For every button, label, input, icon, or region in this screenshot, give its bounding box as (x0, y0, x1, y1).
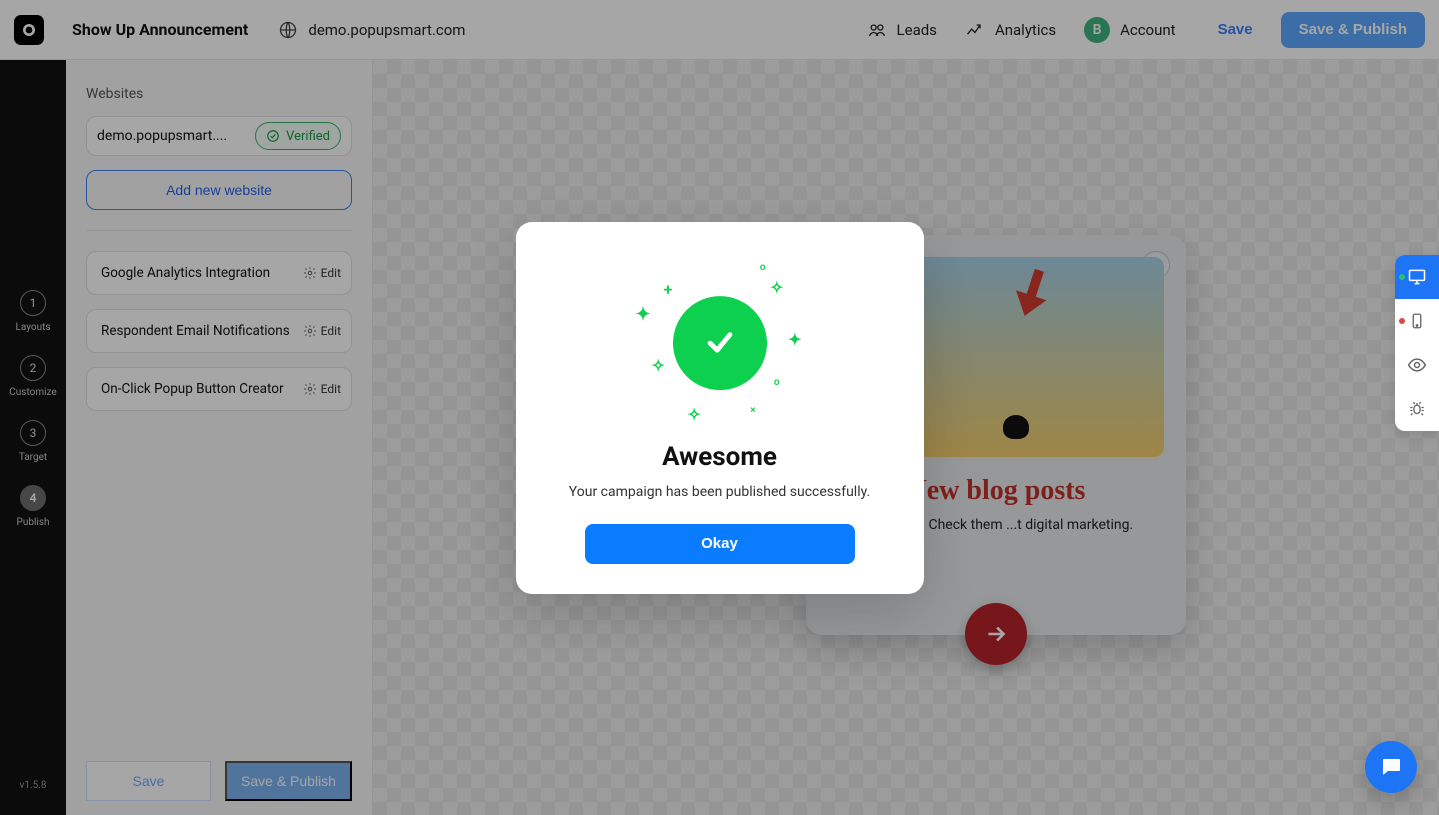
check-icon (703, 326, 737, 360)
modal-okay-button[interactable]: Okay (585, 524, 855, 564)
status-dot-inactive (1399, 318, 1405, 324)
success-illustration: ✦ ✧ + ✦ ✧ o ✧ × o (630, 260, 810, 430)
modal-body: Your campaign has been published success… (550, 484, 890, 500)
mobile-preview-button[interactable] (1395, 299, 1439, 343)
publish-success-modal: ✦ ✧ + ✦ ✧ o ✧ × o Awesome Your campaign … (516, 222, 924, 594)
chat-launcher[interactable] (1365, 741, 1417, 793)
success-check-circle (673, 296, 767, 390)
desktop-icon (1407, 267, 1427, 287)
modal-title: Awesome (550, 442, 890, 472)
bug-icon (1408, 400, 1426, 418)
eye-icon (1407, 355, 1427, 375)
chat-icon (1379, 755, 1403, 779)
desktop-preview-button[interactable] (1395, 255, 1439, 299)
mobile-icon (1408, 312, 1426, 330)
device-preview-toolstack (1395, 255, 1439, 431)
visibility-toggle-button[interactable] (1395, 343, 1439, 387)
debug-button[interactable] (1395, 387, 1439, 431)
status-dot-active (1399, 274, 1405, 280)
